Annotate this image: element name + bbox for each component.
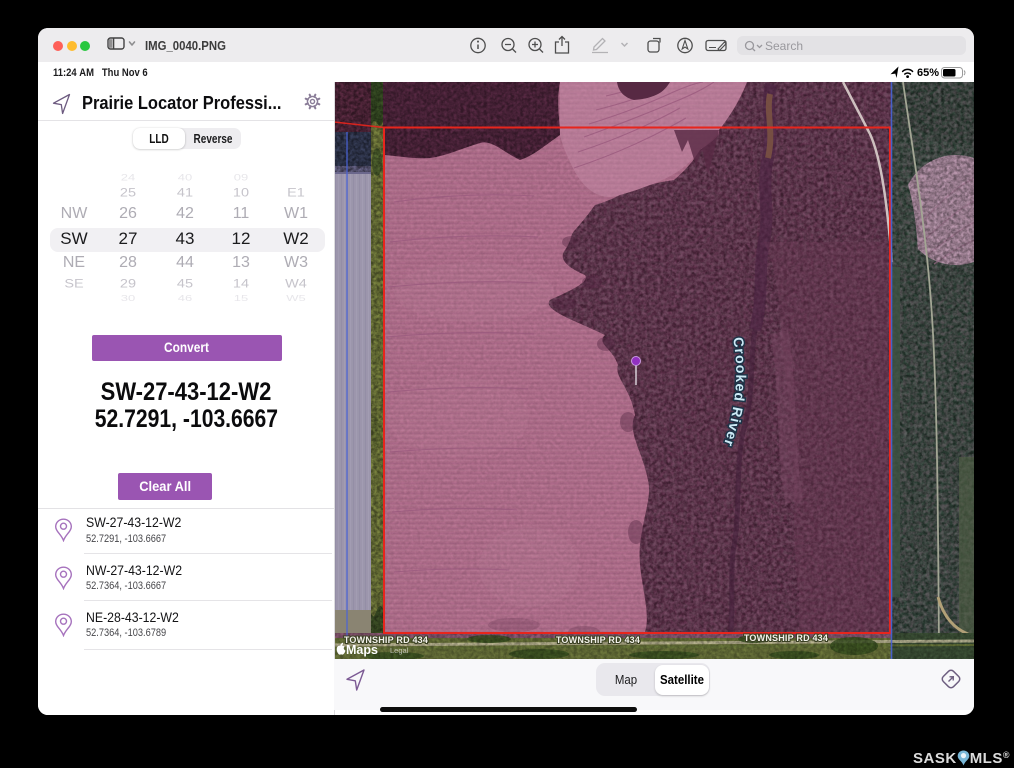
svg-text:Legal: Legal — [390, 646, 409, 655]
svg-text:Maps: Maps — [346, 643, 378, 657]
svg-text:TOWNSHIP RD 434: TOWNSHIP RD 434 — [744, 633, 828, 643]
svg-text:TOWNSHIP RD 434: TOWNSHIP RD 434 — [556, 635, 640, 645]
